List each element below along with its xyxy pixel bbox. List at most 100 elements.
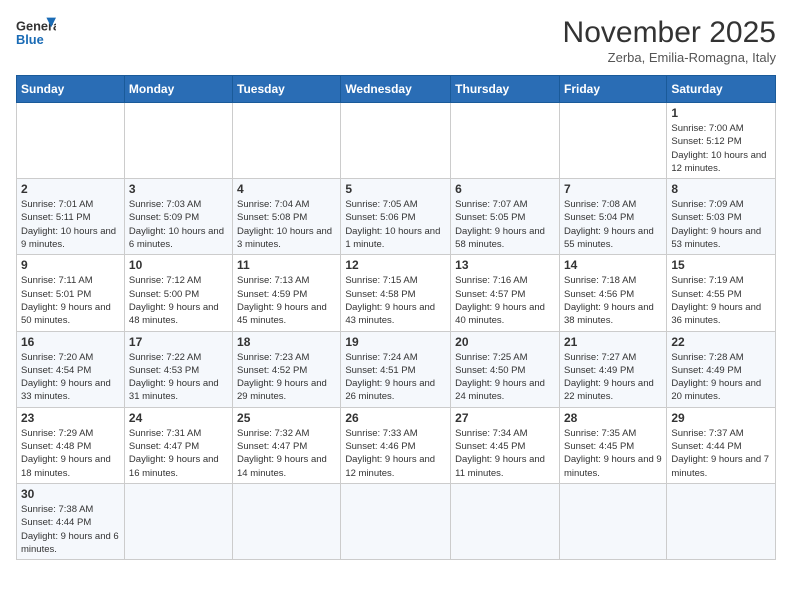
calendar-week-row: 9 Sunrise: 7:11 AMSunset: 5:01 PMDaylight…	[17, 255, 776, 331]
calendar-cell: 28 Sunrise: 7:35 AMSunset: 4:45 PMDayligh…	[559, 407, 666, 483]
day-info: Sunrise: 7:31 AMSunset: 4:47 PMDaylight:…	[129, 427, 228, 480]
day-info: Sunrise: 7:11 AMSunset: 5:01 PMDaylight:…	[21, 274, 120, 327]
column-header-friday: Friday	[559, 76, 666, 103]
calendar-cell: 30Sunrise: 7:38 AMSunset: 4:44 PMDayligh…	[17, 483, 125, 559]
calendar-cell: 17 Sunrise: 7:22 AMSunset: 4:53 PMDayligh…	[124, 331, 232, 407]
calendar-week-row: 2Sunrise: 7:01 AMSunset: 5:11 PMDaylight…	[17, 179, 776, 255]
day-info: Sunrise: 7:34 AMSunset: 4:45 PMDaylight:…	[455, 427, 555, 480]
day-info: Sunrise: 7:00 AMSunset: 5:12 PMDaylight:…	[671, 122, 771, 175]
month-title: November 2025	[563, 16, 776, 50]
day-info: Sunrise: 7:07 AMSunset: 5:05 PMDaylight:…	[455, 198, 555, 251]
day-number: 29	[671, 411, 771, 425]
day-number: 6	[455, 182, 555, 196]
calendar-cell: 9 Sunrise: 7:11 AMSunset: 5:01 PMDaylight…	[17, 255, 125, 331]
calendar-table: SundayMondayTuesdayWednesdayThursdayFrid…	[16, 75, 776, 560]
calendar-cell	[124, 103, 232, 179]
day-info: Sunrise: 7:15 AMSunset: 4:58 PMDaylight:…	[345, 274, 446, 327]
calendar-header-row: SundayMondayTuesdayWednesdayThursdayFrid…	[17, 76, 776, 103]
day-info: Sunrise: 7:27 AMSunset: 4:49 PMDaylight:…	[564, 351, 662, 404]
day-info: Sunrise: 7:08 AMSunset: 5:04 PMDaylight:…	[564, 198, 662, 251]
day-number: 23	[21, 411, 120, 425]
calendar-week-row: 1 Sunrise: 7:00 AMSunset: 5:12 PMDaylight…	[17, 103, 776, 179]
calendar-cell: 10Sunrise: 7:12 AMSunset: 5:00 PMDayligh…	[124, 255, 232, 331]
calendar-cell: 19 Sunrise: 7:24 AMSunset: 4:51 PMDayligh…	[341, 331, 451, 407]
day-number: 17	[129, 335, 228, 349]
calendar-cell: 6 Sunrise: 7:07 AMSunset: 5:05 PMDaylight…	[451, 179, 560, 255]
calendar-cell: 23 Sunrise: 7:29 AMSunset: 4:48 PMDayligh…	[17, 407, 125, 483]
calendar-week-row: 16 Sunrise: 7:20 AMSunset: 4:54 PMDayligh…	[17, 331, 776, 407]
calendar-cell: 24 Sunrise: 7:31 AMSunset: 4:47 PMDayligh…	[124, 407, 232, 483]
calendar-cell: 4 Sunrise: 7:04 AMSunset: 5:08 PMDaylight…	[233, 179, 341, 255]
day-info: Sunrise: 7:09 AMSunset: 5:03 PMDaylight:…	[671, 198, 771, 251]
day-info: Sunrise: 7:32 AMSunset: 4:47 PMDaylight:…	[237, 427, 336, 480]
day-number: 22	[671, 335, 771, 349]
calendar-cell	[451, 483, 560, 559]
day-info: Sunrise: 7:16 AMSunset: 4:57 PMDaylight:…	[455, 274, 555, 327]
calendar-cell: 5Sunrise: 7:05 AMSunset: 5:06 PMDaylight…	[341, 179, 451, 255]
calendar-cell: 21 Sunrise: 7:27 AMSunset: 4:49 PMDayligh…	[559, 331, 666, 407]
day-number: 9	[21, 258, 120, 272]
day-info: Sunrise: 7:12 AMSunset: 5:00 PMDaylight:…	[129, 274, 228, 327]
day-number: 18	[237, 335, 336, 349]
day-number: 24	[129, 411, 228, 425]
day-number: 11	[237, 258, 336, 272]
day-number: 3	[129, 182, 228, 196]
calendar-cell	[233, 483, 341, 559]
calendar-cell	[451, 103, 560, 179]
logo: General Blue	[16, 16, 56, 48]
day-number: 25	[237, 411, 336, 425]
calendar-cell: 25 Sunrise: 7:32 AMSunset: 4:47 PMDayligh…	[233, 407, 341, 483]
calendar-cell: 3 Sunrise: 7:03 AMSunset: 5:09 PMDaylight…	[124, 179, 232, 255]
calendar-cell	[341, 483, 451, 559]
day-number: 13	[455, 258, 555, 272]
column-header-monday: Monday	[124, 76, 232, 103]
calendar-week-row: 30Sunrise: 7:38 AMSunset: 4:44 PMDayligh…	[17, 483, 776, 559]
calendar-cell: 1 Sunrise: 7:00 AMSunset: 5:12 PMDaylight…	[667, 103, 776, 179]
day-number: 16	[21, 335, 120, 349]
location-subtitle: Zerba, Emilia-Romagna, Italy	[563, 50, 776, 65]
page-header: General Blue November 2025 Zerba, Emilia…	[16, 16, 776, 65]
day-info: Sunrise: 7:29 AMSunset: 4:48 PMDaylight:…	[21, 427, 120, 480]
calendar-cell: 22 Sunrise: 7:28 AMSunset: 4:49 PMDayligh…	[667, 331, 776, 407]
day-number: 12	[345, 258, 446, 272]
day-info: Sunrise: 7:04 AMSunset: 5:08 PMDaylight:…	[237, 198, 336, 251]
day-number: 5	[345, 182, 446, 196]
day-number: 2	[21, 182, 120, 196]
day-info: Sunrise: 7:03 AMSunset: 5:09 PMDaylight:…	[129, 198, 228, 251]
day-number: 8	[671, 182, 771, 196]
day-number: 21	[564, 335, 662, 349]
day-number: 1	[671, 106, 771, 120]
day-info: Sunrise: 7:37 AMSunset: 4:44 PMDaylight:…	[671, 427, 771, 480]
calendar-cell: 27 Sunrise: 7:34 AMSunset: 4:45 PMDayligh…	[451, 407, 560, 483]
day-info: Sunrise: 7:20 AMSunset: 4:54 PMDaylight:…	[21, 351, 120, 404]
day-number: 19	[345, 335, 446, 349]
day-info: Sunrise: 7:22 AMSunset: 4:53 PMDaylight:…	[129, 351, 228, 404]
calendar-cell: 8 Sunrise: 7:09 AMSunset: 5:03 PMDaylight…	[667, 179, 776, 255]
column-header-thursday: Thursday	[451, 76, 560, 103]
day-info: Sunrise: 7:18 AMSunset: 4:56 PMDaylight:…	[564, 274, 662, 327]
day-info: Sunrise: 7:35 AMSunset: 4:45 PMDaylight:…	[564, 427, 662, 480]
column-header-saturday: Saturday	[667, 76, 776, 103]
logo-icon: General Blue	[16, 16, 56, 48]
column-header-wednesday: Wednesday	[341, 76, 451, 103]
day-number: 26	[345, 411, 446, 425]
day-info: Sunrise: 7:19 AMSunset: 4:55 PMDaylight:…	[671, 274, 771, 327]
day-info: Sunrise: 7:24 AMSunset: 4:51 PMDaylight:…	[345, 351, 446, 404]
day-info: Sunrise: 7:28 AMSunset: 4:49 PMDaylight:…	[671, 351, 771, 404]
title-block: November 2025 Zerba, Emilia-Romagna, Ita…	[563, 16, 776, 65]
day-number: 15	[671, 258, 771, 272]
calendar-cell	[667, 483, 776, 559]
calendar-cell	[559, 103, 666, 179]
column-header-sunday: Sunday	[17, 76, 125, 103]
day-info: Sunrise: 7:33 AMSunset: 4:46 PMDaylight:…	[345, 427, 446, 480]
day-number: 4	[237, 182, 336, 196]
day-number: 27	[455, 411, 555, 425]
calendar-cell: 13 Sunrise: 7:16 AMSunset: 4:57 PMDayligh…	[451, 255, 560, 331]
calendar-cell: 20Sunrise: 7:25 AMSunset: 4:50 PMDayligh…	[451, 331, 560, 407]
day-number: 14	[564, 258, 662, 272]
column-header-tuesday: Tuesday	[233, 76, 341, 103]
day-number: 28	[564, 411, 662, 425]
calendar-cell: 14 Sunrise: 7:18 AMSunset: 4:56 PMDayligh…	[559, 255, 666, 331]
calendar-week-row: 23 Sunrise: 7:29 AMSunset: 4:48 PMDayligh…	[17, 407, 776, 483]
calendar-cell	[233, 103, 341, 179]
